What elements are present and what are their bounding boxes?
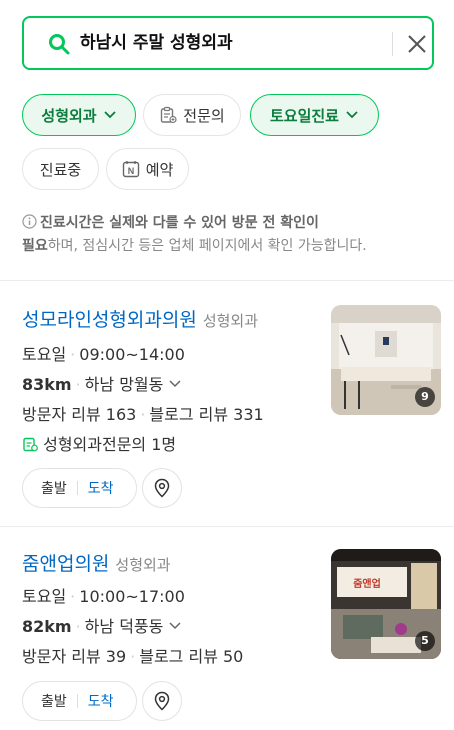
close-icon[interactable] bbox=[406, 33, 428, 55]
hours-day: 토요일 bbox=[22, 345, 67, 364]
hours-time: 09:00~14:00 bbox=[79, 345, 185, 364]
filter-saturday-label: 토요일진료 bbox=[269, 106, 339, 125]
distance: 83km bbox=[22, 375, 72, 394]
place-name-link[interactable]: 성모라인성형외과의원 bbox=[22, 309, 197, 331]
arrive-button[interactable]: 도착 bbox=[88, 478, 114, 498]
search-input[interactable]: 하남시 주말 성형외과 bbox=[80, 18, 233, 68]
place-category: 성형외과 bbox=[115, 556, 171, 574]
route-buttons: 출발 도착 bbox=[22, 681, 137, 721]
map-pin-button[interactable] bbox=[142, 468, 182, 508]
svg-text:N: N bbox=[127, 166, 134, 176]
search-icon bbox=[49, 34, 70, 55]
hours-time: 10:00~17:00 bbox=[79, 587, 185, 606]
map-pin-icon bbox=[154, 478, 170, 498]
filter-open-now[interactable]: 진료중 bbox=[22, 148, 99, 190]
area: 하남 덕풍동 bbox=[84, 617, 164, 636]
clipboard-green-icon bbox=[23, 437, 38, 452]
distance: 82km bbox=[22, 617, 72, 636]
chevron-down-icon bbox=[346, 111, 358, 119]
search-divider bbox=[392, 32, 393, 56]
place-photo[interactable]: 줌앤업 5 bbox=[331, 549, 441, 659]
map-pin-button[interactable] bbox=[142, 681, 182, 721]
photo-count-badge: 9 bbox=[415, 387, 435, 407]
notice-bold-1: 진료시간은 실제와 다를 수 있어 방문 전 확인이 bbox=[40, 215, 319, 231]
filter-specialty[interactable]: 성형외과 bbox=[22, 94, 136, 136]
map-pin-icon bbox=[154, 691, 170, 711]
notice-bold-2: 필요 bbox=[22, 238, 48, 254]
location-row[interactable]: 82km · 하남 덕풍동 bbox=[22, 613, 182, 637]
route-buttons: 출발 도착 bbox=[22, 468, 137, 508]
filter-open-now-label: 진료중 bbox=[39, 160, 82, 179]
filter-specialist-label: 전문의 bbox=[183, 106, 225, 125]
info-icon bbox=[22, 214, 37, 229]
arrive-button[interactable]: 도착 bbox=[88, 691, 114, 711]
hours-notice: 진료시간은 실제와 다를 수 있어 방문 전 확인이필요하며, 점심시간 등은 … bbox=[22, 212, 442, 258]
chevron-down-icon bbox=[103, 111, 116, 119]
visitor-reviews[interactable]: 방문자 리뷰 163 bbox=[22, 405, 136, 424]
place-name-link[interactable]: 줌앤업의원 bbox=[22, 553, 109, 575]
chevron-down-icon bbox=[169, 622, 181, 630]
place-category: 성형외과 bbox=[202, 312, 259, 330]
clipboard-icon bbox=[161, 106, 177, 124]
reviews-row: 방문자 리뷰 163 · 블로그 리뷰 331 bbox=[22, 405, 264, 424]
search-bar[interactable]: 하남시 주말 성형외과 bbox=[22, 16, 434, 70]
photo-count-badge: 5 bbox=[415, 631, 435, 651]
notice-rest: 하며, 점심시간 등은 업체 페이지에서 확인 가능합니다. bbox=[47, 238, 367, 254]
filter-specialty-label: 성형외과 bbox=[41, 106, 97, 125]
result-card: 성모라인성형외과의원 성형외과 토요일 · 09:00~14:00 83km · 하남 망… bbox=[0, 281, 454, 526]
filter-specialist[interactable]: 전문의 bbox=[143, 94, 241, 136]
hours-row: 토요일 · 10:00~17:00 bbox=[22, 587, 185, 606]
filter-saturday[interactable]: 토요일진료 bbox=[250, 94, 379, 136]
depart-button[interactable]: 출발 bbox=[41, 478, 67, 498]
blog-reviews[interactable]: 블로그 리뷰 331 bbox=[149, 405, 263, 424]
sign-text: 줌앤업 bbox=[353, 577, 381, 590]
naver-booking-icon: N bbox=[122, 161, 139, 178]
depart-button[interactable]: 출발 bbox=[41, 691, 67, 711]
blog-reviews[interactable]: 블로그 리뷰 50 bbox=[139, 647, 243, 666]
area: 하남 망월동 bbox=[84, 375, 164, 394]
result-title-row: 성모라인성형외과의원 성형외과 bbox=[22, 305, 258, 332]
hours-day: 토요일 bbox=[22, 587, 67, 606]
specialist-count: 성형외과전문의 1명 bbox=[43, 435, 177, 454]
hours-row: 토요일 · 09:00~14:00 bbox=[22, 345, 185, 364]
filter-booking[interactable]: N 예약 bbox=[106, 148, 189, 190]
visitor-reviews[interactable]: 방문자 리뷰 39 bbox=[22, 647, 126, 666]
result-title-row: 줌앤업의원 성형외과 bbox=[22, 549, 171, 576]
reviews-row: 방문자 리뷰 39 · 블로그 리뷰 50 bbox=[22, 647, 244, 666]
specialist-row: 성형외과전문의 1명 bbox=[22, 431, 176, 455]
place-photo[interactable]: 9 bbox=[331, 305, 441, 415]
location-row[interactable]: 83km · 하남 망월동 bbox=[22, 371, 182, 395]
result-card: 줌앤업의원 성형외과 토요일 · 10:00~17:00 82km · 하남 덕풍동 방문… bbox=[0, 527, 454, 730]
chevron-down-icon bbox=[169, 380, 181, 388]
filter-booking-label: 예약 bbox=[145, 160, 174, 179]
